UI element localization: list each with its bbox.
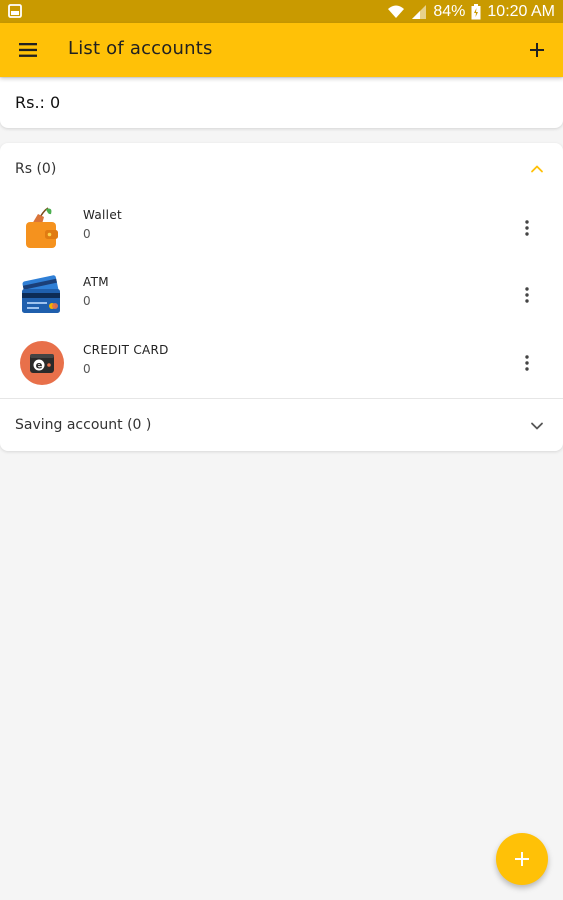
more-options-button[interactable] [519,352,535,374]
signal-icon [412,5,427,19]
hamburger-menu-icon [19,43,37,57]
plus-icon [515,852,529,866]
svg-text:e: e [36,361,43,372]
menu-button[interactable] [14,36,42,64]
total-balance: Rs.: 0 [15,93,61,112]
more-options-button[interactable] [519,217,535,239]
wifi-icon [388,5,405,18]
account-item-atm[interactable]: ATM 0 [0,262,563,328]
group-header-rs[interactable]: Rs (0) [0,143,563,195]
group-label: Saving account (0 ) [15,417,152,433]
battery-icon [471,4,481,20]
account-balance: 0 [83,294,91,308]
app-bar: List of accounts [0,23,563,77]
notification-icon [8,4,22,18]
plus-icon [530,43,544,57]
account-item-wallet[interactable]: Wallet 0 [0,195,563,261]
account-balance: 0 [83,227,91,241]
credit-card-icon: e [20,341,64,385]
account-name: CREDIT CARD [83,343,169,357]
add-fab-button[interactable] [496,833,548,885]
account-item-credit-card[interactable]: e CREDIT CARD 0 [0,330,563,396]
group-label: Rs (0) [15,161,57,177]
group-header-saving-account[interactable]: Saving account (0 ) [0,399,563,451]
battery-percent: 84% [433,3,466,20]
total-balance-card: Rs.: 0 [0,78,563,128]
status-bar-right: 84% 10:20 AM [387,2,555,22]
chevron-down-icon [531,422,543,430]
page-title: List of accounts [68,38,213,59]
more-options-button[interactable] [519,284,535,306]
account-name: Wallet [83,208,123,222]
account-name: ATM [83,275,109,289]
chevron-up-icon [531,165,543,173]
atm-card-icon [22,275,60,313]
add-account-button[interactable] [523,36,551,64]
wallet-icon [26,207,58,248]
more-vert-icon [525,287,529,303]
more-vert-icon [525,355,529,371]
accounts-list-card: Rs (0) Wallet 0 ATM 0 e CREDIT CARD 0 Sa… [0,143,563,451]
account-balance: 0 [83,362,91,376]
more-vert-icon [525,220,529,236]
status-time: 10:20 AM [487,3,555,20]
status-bar: 84% 10:20 AM [0,0,563,23]
